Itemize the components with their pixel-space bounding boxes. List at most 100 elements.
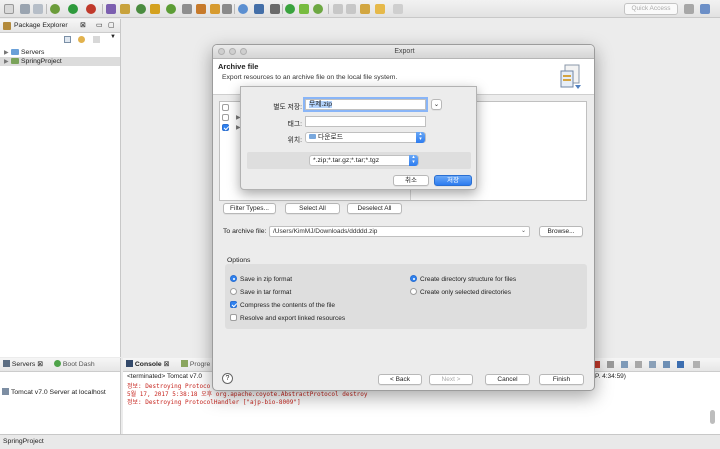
forward-arrow-icon[interactable] <box>393 4 403 14</box>
resolve-links-checkbox[interactable]: Resolve and export linked resources <box>230 314 345 323</box>
package-explorer-tab-label: Package Explorer <box>14 22 68 29</box>
close-window-icon[interactable] <box>218 48 225 55</box>
open-type-icon[interactable] <box>150 4 160 14</box>
selected-dirs-radio[interactable]: Create only selected directories <box>410 288 511 297</box>
server-item[interactable]: Tomcat v7.0 Server at localhost <box>2 388 106 397</box>
globe-icon[interactable] <box>238 4 248 14</box>
servers-icon <box>3 360 10 367</box>
open-console-icon[interactable] <box>693 361 700 368</box>
dialog-titlebar: Export <box>213 45 594 59</box>
open-task-icon[interactable] <box>166 4 176 14</box>
dir-structure-radio[interactable]: Create directory structure for files <box>410 275 516 284</box>
java-perspective-icon[interactable] <box>700 4 710 14</box>
help-icon[interactable]: ? <box>222 373 233 384</box>
tab-servers[interactable]: Servers ⊠ <box>3 358 43 372</box>
run-icon[interactable] <box>68 4 78 14</box>
tab-boot-dash[interactable]: Boot Dash <box>54 358 95 372</box>
console-scrollbar[interactable] <box>710 410 715 424</box>
options-title: Options <box>227 257 251 264</box>
close-icon[interactable]: ⊠ <box>37 361 43 368</box>
option-label: Save in zip format <box>240 276 293 283</box>
tags-input[interactable] <box>305 116 426 127</box>
wizard-description: Export resources to an archive file on t… <box>222 74 398 81</box>
new-package-icon[interactable] <box>120 4 130 14</box>
open-perspective-icon[interactable] <box>684 4 694 14</box>
back-arrow-icon[interactable] <box>375 4 385 14</box>
file-format-select[interactable]: *.zip;*.tar.gz;*.tar;*.tgz ▴ ▾ <box>309 155 419 166</box>
resource-checkbox[interactable] <box>222 104 229 111</box>
zoom-window-icon[interactable] <box>240 48 247 55</box>
next-button[interactable]: Next > <box>429 374 473 385</box>
next-annotation-icon[interactable] <box>333 4 343 14</box>
zip-format-radio[interactable]: Save in zip format <box>230 275 292 284</box>
focus-icon[interactable] <box>93 36 100 43</box>
quick-access-input[interactable]: Quick Access <box>624 3 678 15</box>
tab-console[interactable]: Console ⊠ <box>126 358 169 372</box>
debug-icon[interactable] <box>50 4 60 14</box>
filename-input[interactable]: 무제.zip <box>305 99 426 110</box>
tree-item-springproject[interactable]: ▶ SpringProject <box>0 57 120 66</box>
folder-icon <box>309 134 316 139</box>
radio-unselected <box>230 288 237 295</box>
resource-checkbox[interactable] <box>222 114 229 121</box>
search-icon[interactable] <box>182 4 192 14</box>
link-with-editor-icon[interactable] <box>78 36 85 43</box>
boot-dashboard-icon[interactable] <box>285 4 295 14</box>
annotation-icon[interactable] <box>313 4 323 14</box>
last-edit-icon[interactable] <box>360 4 370 14</box>
minimize-icon[interactable]: ▭ <box>96 19 102 33</box>
boot-dash-icon <box>54 360 61 367</box>
back-button[interactable]: < Back <box>378 374 422 385</box>
collapse-all-icon[interactable] <box>64 36 71 43</box>
new-icon[interactable] <box>4 4 14 14</box>
compress-checkbox[interactable]: Compress the contents of the file <box>230 301 335 310</box>
open-console-icon[interactable] <box>254 4 264 14</box>
expand-arrow-icon[interactable]: ▶ <box>4 58 11 67</box>
options-group: Save in zip format Save in tar format Co… <box>225 264 587 329</box>
filter-types-button[interactable]: Filter Types... <box>223 203 276 214</box>
location-select[interactable]: 다운로드 ▴ ▾ <box>305 132 426 143</box>
console-icon <box>126 360 133 367</box>
browse-button[interactable]: Browse... <box>539 226 583 237</box>
deselect-all-button[interactable]: Deselect All <box>347 203 402 214</box>
maximize-icon[interactable]: ▢ <box>108 19 114 33</box>
scroll-lock-icon[interactable] <box>635 361 642 368</box>
pin-console-icon[interactable] <box>663 361 670 368</box>
clear-console-icon[interactable] <box>621 361 628 368</box>
finish-button[interactable]: Finish <box>539 374 584 385</box>
tree-item-servers[interactable]: ▶ Servers <box>4 48 44 57</box>
close-icon[interactable]: ⊠ <box>80 19 86 33</box>
pencil-icon[interactable] <box>210 4 220 14</box>
tab-progress[interactable]: Progre <box>181 358 210 372</box>
new-class-icon[interactable] <box>136 4 146 14</box>
save-all-icon[interactable] <box>33 4 43 14</box>
display-console-icon[interactable] <box>677 361 684 368</box>
external-tools-icon[interactable] <box>86 4 96 14</box>
prev-annotation-icon[interactable] <box>346 4 356 14</box>
to-archive-combo[interactable]: /Users/KimMJ/Downloads/ddddd.zip ⌄ <box>269 226 530 237</box>
select-all-button[interactable]: Select All <box>285 203 340 214</box>
close-icon[interactable]: ⊠ <box>164 361 170 368</box>
sheet-cancel-button[interactable]: 취소 <box>393 175 429 186</box>
tree-item-label: SpringProject <box>21 58 62 65</box>
spring-boot-icon[interactable] <box>299 4 309 14</box>
sheet-save-button[interactable]: 저장 <box>434 175 472 186</box>
new-java-project-icon[interactable] <box>106 4 116 14</box>
file-format-strip: *.zip;*.tar.gz;*.tar;*.tgz ▴ ▾ <box>247 152 471 169</box>
word-wrap-icon[interactable] <box>649 361 656 368</box>
minimize-window-icon[interactable] <box>229 48 236 55</box>
servers-icon[interactable] <box>270 4 280 14</box>
expand-sheet-button[interactable]: ⌄ <box>431 99 442 110</box>
radio-selected <box>410 275 417 282</box>
cancel-button[interactable]: Cancel <box>485 374 530 385</box>
tags-label: 태그: <box>287 121 302 128</box>
package-explorer-tab[interactable]: Package Explorer ⊠ ▭ ▢ <box>0 19 120 33</box>
spring-icon[interactable] <box>196 4 206 14</box>
save-icon[interactable] <box>20 4 30 14</box>
view-menu-icon[interactable]: ▼ <box>110 34 116 40</box>
resource-checkbox[interactable] <box>222 124 229 131</box>
server-label: Tomcat v7.0 Server at localhost <box>11 389 106 396</box>
remove-launch-icon[interactable] <box>607 361 614 368</box>
tar-format-radio[interactable]: Save in tar format <box>230 288 291 297</box>
new-wizard-icon[interactable] <box>222 4 232 14</box>
